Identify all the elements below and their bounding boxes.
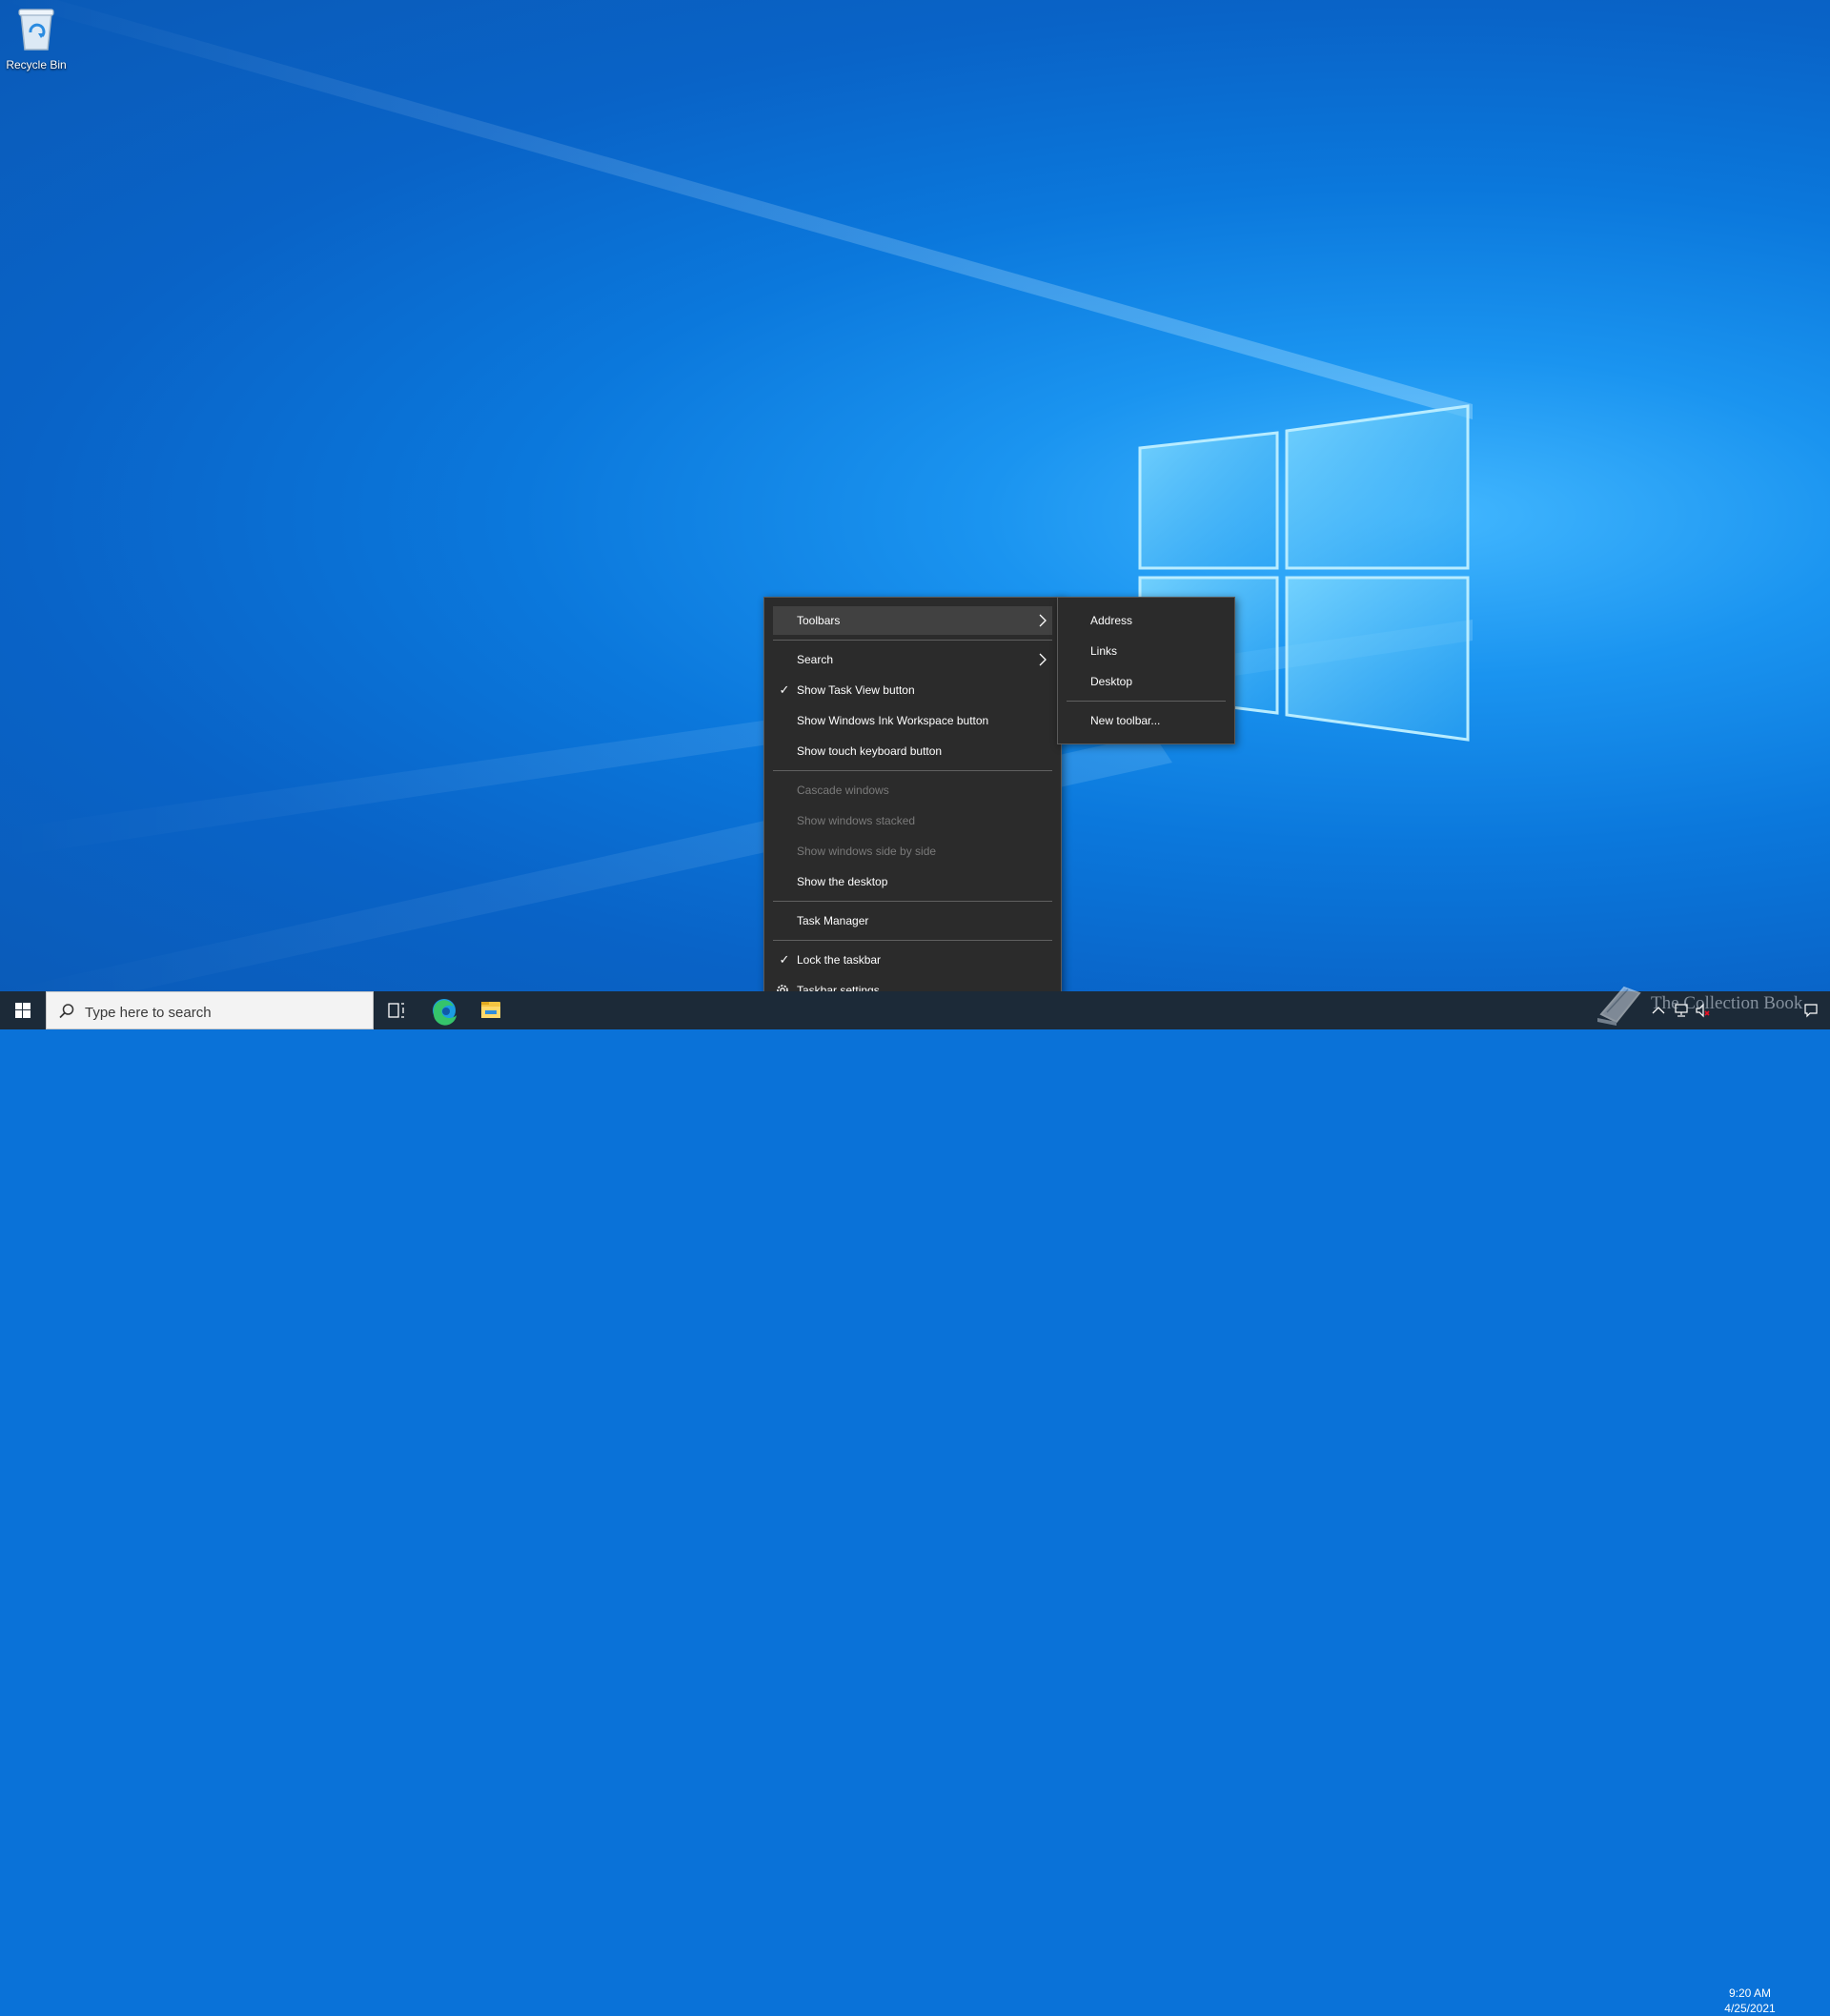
chevron-right-icon — [1039, 614, 1047, 627]
menu-item-lock-the-taskbar[interactable]: ✓ Lock the taskbar — [773, 946, 1052, 974]
menu-item-show-the-desktop[interactable]: Show the desktop — [773, 867, 1052, 896]
taskbar-search-box[interactable] — [46, 991, 374, 1029]
menu-item-label: Address — [1090, 614, 1133, 627]
menu-item-label: Toolbars — [797, 614, 841, 627]
taskbar-context-menu: Toolbars Search ✓ Show Task View button … — [763, 597, 1062, 1015]
menu-item-task-manager[interactable]: Task Manager — [773, 906, 1052, 935]
menu-item-label: Show Task View button — [797, 683, 915, 697]
taskbar-clock[interactable]: 9:20 AM 4/25/2021 — [1712, 1985, 1788, 2016]
file-explorer-icon — [481, 1002, 500, 1018]
submenu-item-address[interactable]: Address — [1067, 606, 1226, 635]
edge-icon — [433, 999, 457, 1026]
menu-item-show-touch-keyboard-button[interactable]: Show touch keyboard button — [773, 737, 1052, 765]
submenu-item-links[interactable]: Links — [1067, 637, 1226, 665]
menu-item-label: Links — [1090, 644, 1118, 658]
menu-separator — [773, 640, 1052, 641]
menu-item-show-windows-side-by-side: Show windows side by side — [773, 837, 1052, 865]
task-view-icon — [388, 1003, 404, 1018]
recycle-bin-icon — [18, 9, 54, 51]
menu-item-search[interactable]: Search — [773, 645, 1052, 674]
clock-time: 9:20 AM — [1728, 1986, 1772, 2000]
recycle-bin-label: Recycle Bin — [6, 58, 67, 71]
chevron-right-icon — [1039, 653, 1047, 666]
menu-item-label: Search — [797, 653, 834, 666]
edge-button[interactable] — [421, 991, 467, 1029]
menu-item-label: Show touch keyboard button — [797, 744, 943, 758]
search-icon — [59, 1004, 74, 1019]
watermark-text: The Collection Book — [1651, 993, 1803, 1013]
menu-item-toolbars[interactable]: Toolbars — [773, 606, 1052, 635]
file-explorer-button[interactable] — [468, 991, 514, 1029]
menu-item-label: Show Windows Ink Workspace button — [797, 714, 989, 727]
menu-separator — [773, 770, 1052, 771]
checkmark-icon: ✓ — [779, 682, 790, 697]
start-button[interactable] — [0, 991, 46, 1029]
windows-logo-icon — [15, 1003, 30, 1018]
menu-item-label: Show windows stacked — [797, 814, 916, 827]
desktop-icon-recycle-bin[interactable]: Recycle Bin — [6, 6, 67, 71]
menu-item-label: Task Manager — [797, 914, 869, 927]
book-logo-icon — [1597, 986, 1641, 1026]
menu-item-label: Desktop — [1090, 675, 1133, 688]
menu-separator — [773, 940, 1052, 941]
submenu-item-desktop[interactable]: Desktop — [1067, 667, 1226, 696]
submenu-item-new-toolbar[interactable]: New toolbar... — [1067, 706, 1226, 735]
menu-separator — [1067, 701, 1226, 702]
menu-item-cascade-windows: Cascade windows — [773, 776, 1052, 804]
clock-date: 4/25/2021 — [1724, 2002, 1776, 2015]
menu-item-label: Show windows side by side — [797, 845, 937, 858]
menu-item-label: Cascade windows — [797, 784, 889, 797]
menu-separator — [773, 901, 1052, 902]
menu-item-show-ink-workspace-button[interactable]: Show Windows Ink Workspace button — [773, 706, 1052, 735]
watermark: The Collection Book — [1592, 982, 1820, 1026]
search-input[interactable] — [83, 1001, 363, 1024]
task-view-button[interactable] — [374, 991, 419, 1029]
checkmark-icon: ✓ — [779, 952, 790, 967]
taskbar[interactable]: 9:20 AM 4/25/2021 — [0, 991, 1830, 2015]
menu-item-label: New toolbar... — [1090, 714, 1161, 727]
menu-item-show-windows-stacked: Show windows stacked — [773, 806, 1052, 835]
menu-item-show-task-view-button[interactable]: ✓ Show Task View button — [773, 676, 1052, 704]
menu-item-label: Lock the taskbar — [797, 953, 882, 967]
toolbars-submenu: Address Links Desktop New toolbar... — [1057, 597, 1235, 744]
menu-item-label: Show the desktop — [797, 875, 888, 888]
